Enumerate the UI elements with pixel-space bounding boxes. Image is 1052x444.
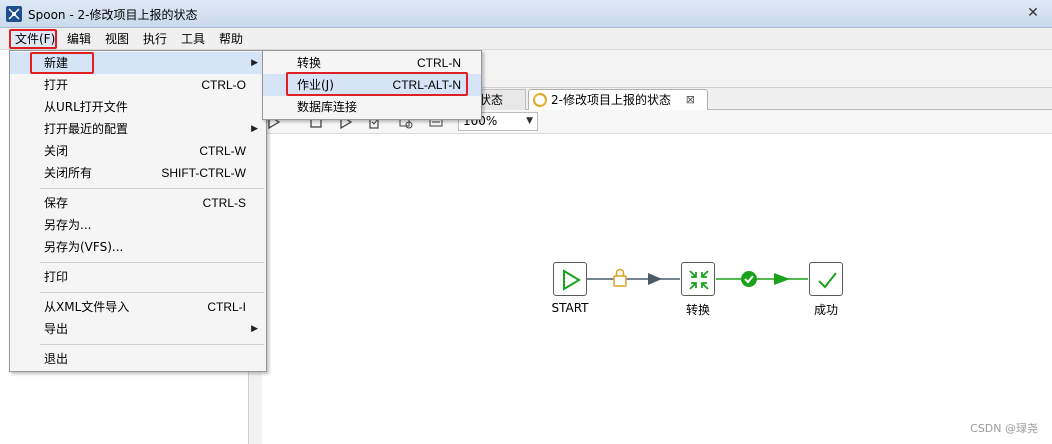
- watermark: CSDN @琭尧: [970, 422, 1038, 435]
- file-menu-dropdown: 新建 ▶ 打开 CTRL-O 从URL打开文件 打开最近的配置 ▶ 关闭 CTR…: [9, 50, 267, 372]
- menu-view[interactable]: 视图: [102, 31, 132, 47]
- menu-separator: [40, 188, 264, 189]
- menu-separator: [40, 262, 264, 263]
- file-menu-save-as-vfs-label: 另存为(VFS)...: [44, 240, 124, 254]
- file-menu-exit[interactable]: 退出: [10, 348, 266, 370]
- hop-layer: [586, 268, 808, 287]
- tab-current-label: 2-修改项目上报的状态: [551, 93, 671, 107]
- file-menu-open-shortcut: CTRL-O: [201, 78, 246, 92]
- menu-separator: [40, 292, 264, 293]
- menu-run[interactable]: 执行: [140, 31, 170, 47]
- entry-transformation-label: 转换: [685, 303, 710, 317]
- transformation-icon: [689, 270, 709, 290]
- file-menu-print-label: 打印: [44, 270, 69, 284]
- tab-previous-label: 状态: [479, 93, 504, 107]
- file-menu-open-label: 打开: [44, 78, 69, 92]
- file-menu-save[interactable]: 保存 CTRL-S: [10, 192, 266, 214]
- file-menu-save-as-vfs[interactable]: 另存为(VFS)...: [10, 236, 266, 258]
- new-menu-job-label: 作业(J): [297, 78, 334, 92]
- hop-arrow-2: [774, 273, 790, 285]
- spoon-app-icon: [6, 6, 22, 22]
- submenu-arrow-icon: ▶: [251, 58, 258, 68]
- menu-bar: 文件(F) 编辑 视图 执行 工具 帮助: [0, 28, 1052, 50]
- lock-icon: [613, 268, 627, 287]
- file-menu-print[interactable]: 打印: [10, 266, 266, 288]
- file-menu-save-shortcut: CTRL-S: [202, 196, 246, 210]
- entry-transformation[interactable]: [681, 262, 715, 296]
- file-menu-close-shortcut: CTRL-W: [199, 144, 246, 158]
- new-menu-transformation-shortcut: CTRL-N: [417, 56, 461, 70]
- file-menu-import-xml-shortcut: CTRL-I: [207, 300, 246, 314]
- new-menu-job-shortcut: CTRL-ALT-N: [392, 78, 461, 92]
- new-submenu-dropdown: 转换 CTRL-N 作业(J) CTRL-ALT-N 数据库连接: [262, 50, 482, 120]
- checkmark-icon: [818, 272, 837, 289]
- entry-success[interactable]: [809, 262, 843, 296]
- new-menu-db-connection-label: 数据库连接: [297, 100, 358, 114]
- file-menu-save-as-label: 另存为...: [44, 218, 92, 232]
- hop-arrow-1: [648, 273, 662, 285]
- submenu-arrow-icon: ▶: [251, 124, 258, 134]
- file-menu-close-all-label: 关闭所有: [44, 166, 93, 180]
- file-menu-export[interactable]: 导出 ▶: [10, 318, 266, 340]
- tab-current-job[interactable]: 2-修改项目上报的状态 ⊠: [528, 89, 708, 110]
- file-menu-new-label: 新建: [44, 56, 69, 70]
- window-title: Spoon - 2-修改项目上报的状态: [28, 8, 198, 22]
- success-check-icon: [741, 271, 757, 287]
- file-menu-import-xml-label: 从XML文件导入: [44, 300, 130, 314]
- new-menu-transformation-label: 转换: [297, 56, 322, 70]
- file-menu-save-label: 保存: [44, 196, 69, 210]
- file-menu-import-xml[interactable]: 从XML文件导入 CTRL-I: [10, 296, 266, 318]
- play-triangle-icon: [563, 269, 581, 291]
- entry-success-label: 成功: [813, 303, 838, 317]
- job-tab-icon: [533, 93, 547, 107]
- menu-tools[interactable]: 工具: [178, 31, 208, 47]
- title-bar: Spoon - 2-修改项目上报的状态 ✕: [0, 0, 1052, 28]
- file-menu-open-url[interactable]: 从URL打开文件: [10, 96, 266, 118]
- file-menu-new[interactable]: 新建 ▶: [10, 52, 266, 74]
- file-menu-recent[interactable]: 打开最近的配置 ▶: [10, 118, 266, 140]
- file-menu-close[interactable]: 关闭 CTRL-W: [10, 140, 266, 162]
- job-canvas[interactable]: START 转换 成功: [262, 134, 1052, 444]
- window-close-icon[interactable]: ✕: [1022, 4, 1044, 22]
- file-menu-recent-label: 打开最近的配置: [44, 122, 129, 136]
- file-menu-close-label: 关闭: [44, 144, 69, 158]
- new-menu-job[interactable]: 作业(J) CTRL-ALT-N: [263, 74, 481, 96]
- file-menu-close-all-shortcut: SHIFT-CTRL-W: [161, 166, 246, 180]
- chevron-down-icon: ▼: [526, 116, 533, 126]
- file-menu-open[interactable]: 打开 CTRL-O: [10, 74, 266, 96]
- file-menu-exit-label: 退出: [44, 352, 69, 366]
- menu-help[interactable]: 帮助: [216, 31, 246, 47]
- entry-start[interactable]: [553, 262, 587, 296]
- new-menu-transformation[interactable]: 转换 CTRL-N: [263, 52, 481, 74]
- menu-file[interactable]: 文件(F): [12, 31, 59, 47]
- file-menu-save-as[interactable]: 另存为...: [10, 214, 266, 236]
- submenu-arrow-icon: ▶: [251, 324, 258, 334]
- entry-start-label: START: [551, 301, 589, 315]
- file-menu-export-label: 导出: [44, 322, 69, 336]
- file-menu-close-all[interactable]: 关闭所有 SHIFT-CTRL-W: [10, 162, 266, 184]
- new-menu-db-connection[interactable]: 数据库连接: [263, 96, 481, 118]
- tab-close-icon[interactable]: ⊠: [686, 90, 695, 110]
- menu-separator: [40, 344, 264, 345]
- file-menu-open-url-label: 从URL打开文件: [44, 100, 128, 114]
- menu-edit[interactable]: 编辑: [64, 31, 94, 47]
